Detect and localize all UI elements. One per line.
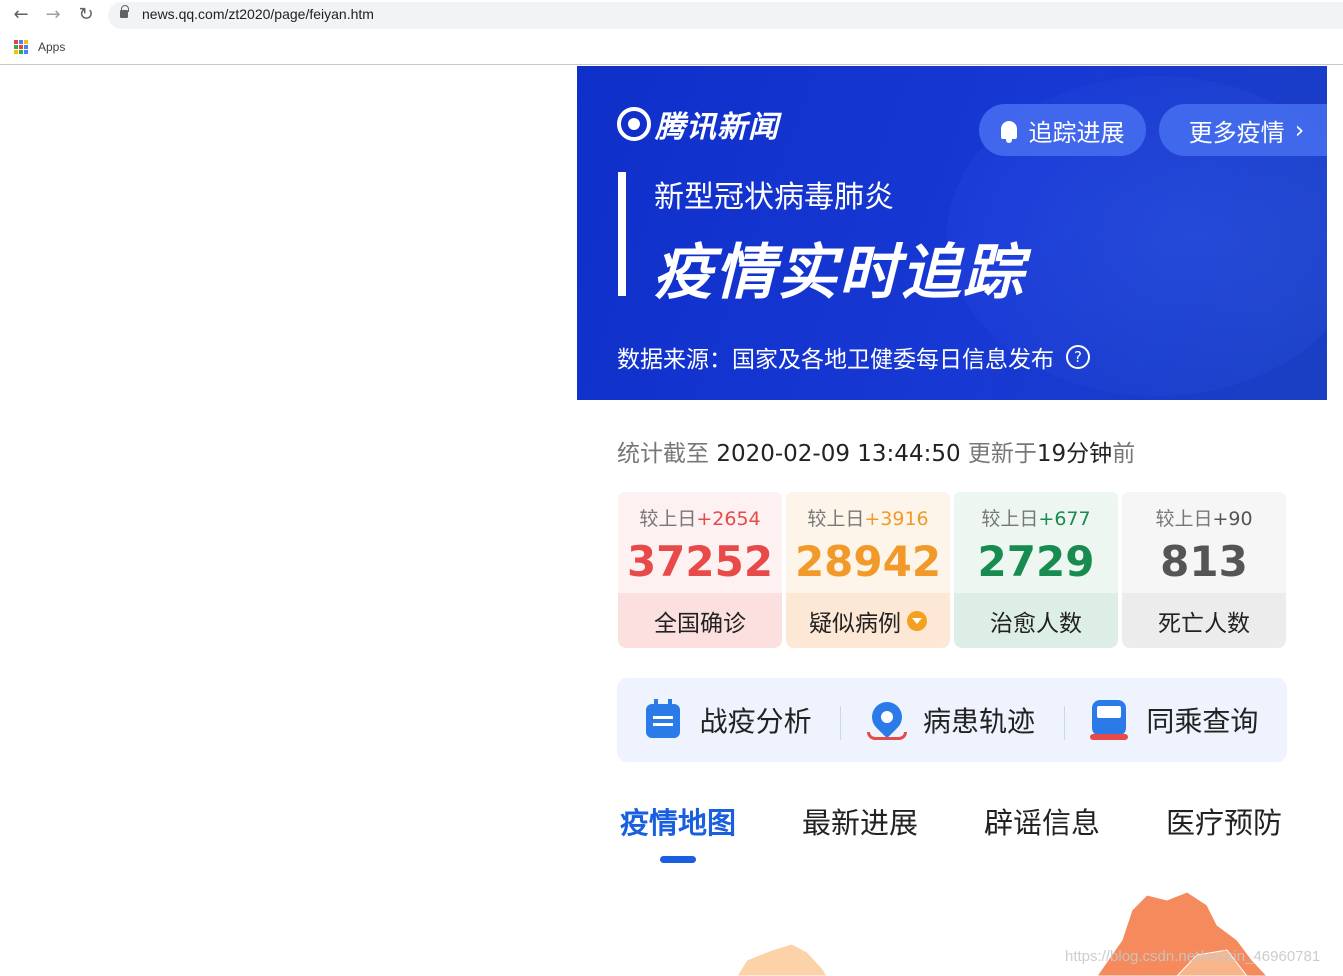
tab-medical-prevention[interactable]: 医疗预防	[1133, 800, 1315, 870]
help-icon[interactable]: ?	[1066, 345, 1090, 369]
patient-track-tool[interactable]: 病患轨迹	[840, 695, 1063, 740]
more-epidemic-label: 更多疫情	[1188, 118, 1285, 147]
tools-bar: 战疫分析 病患轨迹 同乘查询	[617, 678, 1287, 762]
url-text: news.qq.com/zt2020/page/feiyan.htm	[142, 6, 374, 22]
time-prefix: 统计截至	[617, 441, 709, 467]
logo-text: 腾讯新闻	[655, 110, 779, 145]
banner-subtitle: 新型冠状病毒肺炎	[654, 180, 894, 215]
stat-label: 疑似病例	[809, 610, 901, 637]
more-epidemic-button[interactable]: 更多疫情 ›	[1159, 104, 1327, 156]
apps-bookmark[interactable]: Apps	[38, 40, 65, 54]
calendar-icon	[645, 699, 682, 740]
delta-value: +90	[1212, 508, 1253, 530]
stat-value: 28942	[794, 537, 942, 586]
stat-value: 37252	[626, 537, 774, 586]
content-tabs: 疫情地图 最新进展 辟谣信息 医疗预防	[587, 800, 1315, 870]
banner-headline: 疫情实时追踪	[653, 238, 1025, 308]
delta-prefix: 较上日	[639, 508, 697, 530]
back-button[interactable]: ←	[10, 4, 32, 26]
update-ago: 19分钟	[1036, 441, 1113, 467]
stat-cards: 较上日+2654 37252 全国确诊 较上日+3916 28942 疑似病例 …	[618, 492, 1286, 648]
suspected-card[interactable]: 较上日+3916 28942 疑似病例	[786, 492, 950, 648]
delta-line: 较上日+90	[1122, 504, 1286, 531]
track-progress-label: 追踪进展	[1028, 118, 1125, 147]
update-prefix: 更新于	[967, 441, 1037, 467]
tool-label: 战疫分析	[699, 705, 812, 738]
bookmarks-bar: Apps	[0, 30, 1343, 65]
delta-value: +2654	[696, 508, 761, 530]
update-suffix: 前	[1112, 441, 1136, 467]
stat-label: 全国确诊	[654, 610, 746, 637]
cured-card[interactable]: 较上日+677 2729 治愈人数	[954, 492, 1118, 648]
delta-value: +677	[1038, 508, 1091, 530]
data-source: 数据来源：国家及各地卫健委每日信息发布 ?	[617, 340, 1090, 374]
confirmed-card[interactable]: 较上日+2654 37252 全国确诊	[618, 492, 782, 648]
data-source-text: 数据来源：国家及各地卫健委每日信息发布	[617, 347, 1054, 373]
tool-label: 同乘查询	[1146, 705, 1259, 738]
reload-button[interactable]: ↻	[75, 4, 97, 26]
title-accent-bar	[618, 172, 626, 296]
browser-toolbar: ← → ↻ news.qq.com/zt2020/page/feiyan.htm	[0, 0, 1343, 30]
tencent-news-logo[interactable]: 腾讯新闻	[617, 104, 779, 145]
chevron-right-icon: ›	[1294, 116, 1305, 144]
delta-line: 较上日+677	[954, 504, 1118, 531]
analysis-tool[interactable]: 战疫分析	[617, 699, 840, 740]
stat-label: 治愈人数	[990, 610, 1082, 637]
delta-prefix: 较上日	[807, 508, 865, 530]
delta-line: 较上日+2654	[618, 504, 782, 531]
stat-value: 813	[1160, 537, 1248, 586]
location-pin-icon	[865, 695, 909, 740]
train-icon	[1090, 700, 1129, 740]
stat-label: 死亡人数	[1158, 610, 1250, 637]
hero-banner: 腾讯新闻 追踪进展 更多疫情 › 新型冠状病毒肺炎 疫情实时追踪 数据来源：国家…	[577, 66, 1327, 400]
delta-prefix: 较上日	[1155, 508, 1213, 530]
delta-line: 较上日+3916	[786, 504, 950, 531]
tab-latest-progress[interactable]: 最新进展	[769, 800, 951, 870]
tool-label: 病患轨迹	[922, 705, 1035, 738]
address-bar[interactable]: news.qq.com/zt2020/page/feiyan.htm	[108, 2, 1343, 29]
stats-timestamp: 统计截至 2020-02-09 13:44:50 更新于19分钟前	[617, 434, 1135, 468]
track-progress-button[interactable]: 追踪进展	[979, 104, 1146, 156]
timestamp-value: 2020-02-09 13:44:50	[716, 441, 961, 467]
delta-value: +3916	[864, 508, 929, 530]
stat-value: 2729	[977, 537, 1095, 586]
lock-icon	[120, 5, 129, 18]
tab-rumor-debunk[interactable]: 辟谣信息	[951, 800, 1133, 870]
tencent-news-logo-icon	[617, 107, 651, 141]
delta-prefix: 较上日	[981, 508, 1039, 530]
same-ride-tool[interactable]: 同乘查询	[1063, 700, 1287, 740]
apps-grid-icon[interactable]	[14, 40, 28, 54]
forward-button[interactable]: →	[42, 4, 64, 26]
bell-icon	[1000, 121, 1017, 143]
watermark-text: https://blog.csdn.net/weixin_46960781	[1065, 948, 1321, 965]
chevron-down-icon[interactable]	[907, 610, 927, 631]
deaths-card[interactable]: 较上日+90 813 死亡人数	[1122, 492, 1286, 648]
tab-epidemic-map[interactable]: 疫情地图	[587, 800, 769, 870]
